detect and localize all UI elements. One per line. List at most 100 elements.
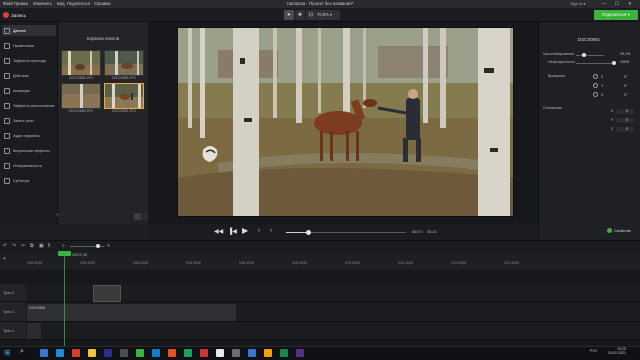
undo-icon[interactable]: ↶	[3, 243, 7, 249]
sidebar-item[interactable]: Эффекты расположение	[2, 100, 56, 111]
taskbar-app-icon[interactable]	[104, 349, 112, 357]
sidebar-item-label: Аудио эффекты	[13, 133, 40, 138]
taskbar-app-icon[interactable]	[248, 349, 256, 357]
preview-image[interactable]	[177, 27, 514, 217]
sidebar-item[interactable]: Интерактивность	[2, 160, 56, 171]
taskbar-app-icon[interactable]	[56, 349, 64, 357]
media-thumb[interactable]: DSC00889.JPG	[61, 83, 101, 113]
media-thumb[interactable]: DSC00885.JPG	[61, 50, 101, 80]
track-2-header[interactable]: Трек 2	[0, 302, 26, 322]
rotation-z-dial[interactable]	[593, 74, 598, 79]
rotation-x-value[interactable]: 0°	[624, 93, 627, 97]
sidebar-item[interactable]: Запись речи	[2, 115, 56, 126]
properties-toggle-button[interactable]: Свойства	[607, 228, 631, 233]
scrubber-handle[interactable]	[306, 230, 311, 235]
taskbar-app-icon[interactable]	[232, 349, 240, 357]
rotation-y-dial[interactable]	[593, 83, 598, 88]
sidebar-item[interactable]: Эффекты перехода	[2, 55, 56, 66]
media-thumb[interactable]: DSC00886.JPG	[104, 50, 144, 80]
ruler-tick-label: 0:01:00;00	[345, 261, 361, 265]
track-3-header[interactable]: Трек 3	[0, 284, 26, 302]
record-button[interactable]: Запись	[3, 10, 26, 20]
maximize-button[interactable]: ☐	[615, 1, 619, 7]
paste-icon[interactable]: ▣	[39, 243, 44, 249]
clip-track2[interactable]: DSC00891	[27, 304, 236, 321]
position-x-field[interactable]	[616, 109, 634, 114]
opacity-value[interactable]: 100%	[620, 60, 629, 64]
taskbar-app-icon[interactable]	[72, 349, 80, 357]
sign-in-link[interactable]: Sign in ▾	[570, 1, 585, 6]
clip-ghost[interactable]	[93, 285, 121, 302]
search-icon[interactable]: ⌕	[20, 348, 24, 356]
keyboard-language[interactable]: РУС	[590, 349, 597, 353]
scale-slider-handle[interactable]	[582, 53, 586, 57]
taskbar-app-icon[interactable]	[120, 349, 128, 357]
sidebar-item[interactable]: Данные	[2, 25, 56, 36]
taskbar-app-icon[interactable]	[216, 349, 224, 357]
sidebar-item[interactable]: Аудио эффекты	[2, 130, 56, 141]
taskbar-app-icon[interactable]	[184, 349, 192, 357]
sidebar-item[interactable]: Анимация	[2, 85, 56, 96]
scale-slider[interactable]	[576, 55, 604, 56]
position-z-field[interactable]	[616, 127, 634, 132]
timeline-ruler[interactable]	[0, 252, 640, 270]
close-button[interactable]: ✕	[628, 1, 632, 7]
sidebar-item[interactable]: Действие	[2, 70, 56, 81]
taskbar-app-icon[interactable]	[200, 349, 208, 357]
play-icon[interactable]: ▶	[242, 226, 248, 235]
track-1-row[interactable]	[26, 322, 640, 340]
pan-tool-icon[interactable]: ✥	[295, 10, 305, 20]
timeline-zoom-handle[interactable]	[96, 244, 100, 248]
prev-clip-icon[interactable]: ‹	[258, 228, 260, 234]
playhead-line[interactable]	[64, 252, 65, 346]
opacity-slider[interactable]	[576, 63, 616, 64]
step-back-icon[interactable]: ◀◀	[214, 228, 223, 235]
zoom-in-icon[interactable]: +	[107, 243, 110, 249]
position-y-field[interactable]	[616, 118, 634, 123]
playhead-handle[interactable]	[58, 251, 71, 256]
redo-icon[interactable]: ↷	[12, 243, 16, 249]
taskbar-app-icon[interactable]	[264, 349, 272, 357]
split-icon[interactable]: ⫴	[48, 243, 50, 249]
track-1-label: Трек 1	[3, 328, 15, 333]
thumb-image	[61, 50, 101, 76]
sidebar-item[interactable]: Субтитры	[2, 175, 56, 186]
cut-icon[interactable]: ✂	[21, 243, 25, 249]
thumb-image	[61, 83, 101, 109]
taskbar-app-icon[interactable]	[280, 349, 288, 357]
taskbar-app-icon[interactable]	[136, 349, 144, 357]
taskbar-app-icon[interactable]	[296, 349, 304, 357]
sidebar-item[interactable]: Визуальные эффекты	[2, 145, 56, 156]
voice-icon	[4, 117, 10, 124]
rotation-z-value[interactable]: 0°	[624, 75, 627, 79]
sidebar-item-label: Примечания	[13, 43, 34, 48]
zoom-search-icon[interactable]: ⌕	[62, 243, 65, 249]
pointer-tool-icon[interactable]: ➤	[284, 10, 294, 20]
sidebar-item[interactable]: Примечания	[2, 40, 56, 51]
taskbar-app-icon[interactable]	[152, 349, 160, 357]
taskbar-clock[interactable]: 19:25 29.02.2021	[604, 347, 626, 356]
copy-icon[interactable]: ⧉	[30, 243, 34, 249]
next-clip-icon[interactable]: ›	[270, 228, 272, 234]
minimize-button[interactable]: —	[602, 1, 606, 6]
windows-start-icon[interactable]: ⊞	[4, 348, 11, 357]
grid-view-icon[interactable]	[134, 213, 141, 220]
captions-icon	[4, 177, 10, 184]
frame-back-icon[interactable]: ▐◀	[228, 228, 237, 235]
rotation-x-dial[interactable]	[593, 92, 598, 97]
clip-track1[interactable]	[27, 323, 41, 339]
clip-track2-label: DSC00891	[29, 306, 46, 310]
media-thumb-selected[interactable]: DSC00891.JPG	[104, 83, 144, 113]
animation-icon	[4, 87, 10, 94]
zoom-select[interactable]: 70,8% ▾	[314, 10, 340, 20]
scale-value[interactable]: 29,1%	[620, 52, 630, 56]
opacity-slider-handle[interactable]	[612, 61, 616, 65]
position-label: Положение	[543, 106, 562, 110]
track-1-header[interactable]: Трек 1	[0, 322, 26, 340]
taskbar-app-icon[interactable]	[40, 349, 48, 357]
add-track-icon[interactable]: +	[3, 256, 6, 262]
rotation-y-value[interactable]: 0°	[624, 84, 627, 88]
share-button[interactable]: Поделиться ▾	[594, 10, 638, 20]
taskbar-app-icon[interactable]	[88, 349, 96, 357]
taskbar-app-icon[interactable]	[168, 349, 176, 357]
